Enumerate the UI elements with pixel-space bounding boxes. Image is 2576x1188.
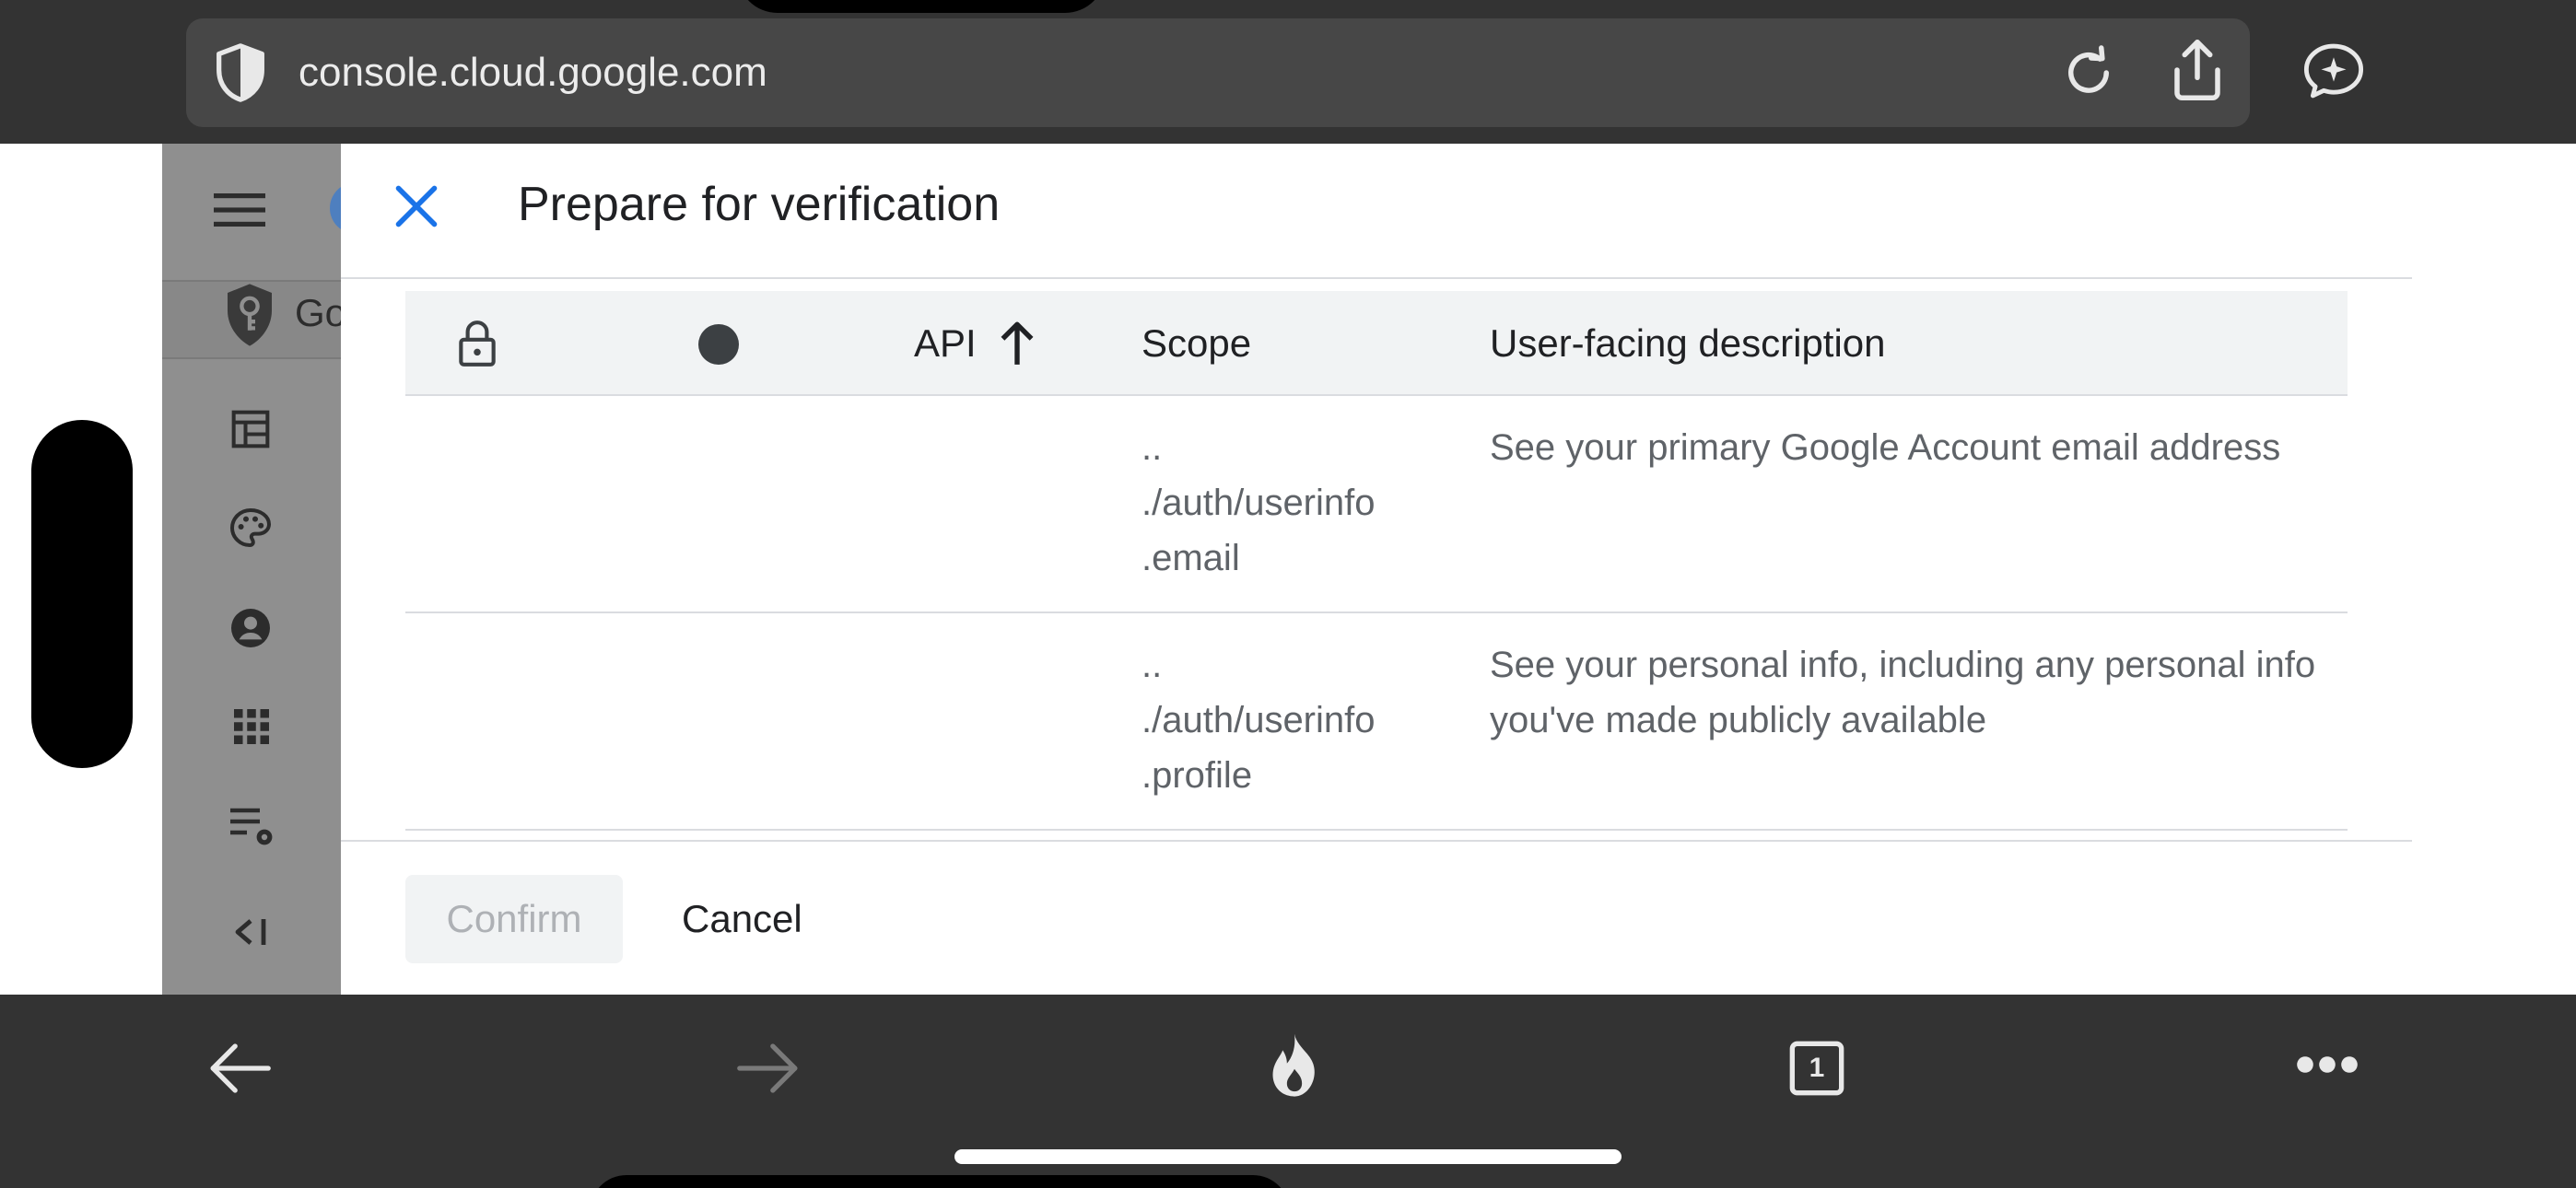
apps-grid-icon[interactable] <box>234 709 269 744</box>
device-notch-top <box>737 0 1106 13</box>
dialog-title: Prepare for verification <box>518 178 1001 231</box>
address-bar[interactable]: console.cloud.google.com <box>186 18 2250 127</box>
column-header-description: User-facing description <box>1490 321 1886 365</box>
shield-icon <box>217 43 264 102</box>
description-cell: See your primary Google Account email ad… <box>1490 427 2281 468</box>
dialog-footer-divider <box>341 840 2412 842</box>
scope-cell: .. ./auth/userinfo .email <box>1142 420 1436 586</box>
table-row: .. ./auth/userinfo .email See your prima… <box>405 396 2348 613</box>
forward-icon[interactable] <box>735 1039 802 1098</box>
collapse-icon[interactable] <box>232 914 273 950</box>
more-icon[interactable] <box>2294 1054 2360 1076</box>
browser-top-bar: console.cloud.google.com <box>0 0 2576 144</box>
scope-line: ./auth/userinfo <box>1142 483 1376 523</box>
palette-icon[interactable] <box>228 507 273 551</box>
scope-line: .. <box>1142 427 1163 468</box>
prepare-verification-dialog: Prepare for verification API Scope User-… <box>341 144 2576 995</box>
scopes-table: API Scope User-facing description .. ./a… <box>405 291 2348 831</box>
tabs-button[interactable]: 1 <box>1787 1039 1846 1098</box>
dialog-header-divider <box>341 277 2412 279</box>
fire-icon[interactable] <box>1264 1031 1325 1101</box>
dashboard-icon[interactable] <box>230 409 271 449</box>
device-edge-pill <box>31 420 133 768</box>
home-indicator[interactable] <box>954 1149 1622 1164</box>
sidebar-subheader-divider <box>162 357 341 359</box>
table-header: API Scope User-facing description <box>405 291 2348 396</box>
scope-cell: .. ./auth/userinfo .profile <box>1142 637 1436 803</box>
url-text[interactable]: console.cloud.google.com <box>299 18 767 127</box>
product-title-fragment: Go <box>295 291 347 334</box>
scope-line: .. <box>1142 645 1163 685</box>
menu-icon[interactable] <box>214 192 265 228</box>
close-icon[interactable] <box>392 182 440 230</box>
assistant-chat-icon[interactable] <box>2301 41 2366 101</box>
table-row: .. ./auth/userinfo .profile See your per… <box>405 613 2348 831</box>
tab-count: 1 <box>1809 1053 1825 1083</box>
column-header-scope: Scope <box>1142 321 1252 365</box>
scope-line: .profile <box>1142 755 1253 796</box>
reload-icon[interactable] <box>2058 42 2119 103</box>
share-icon[interactable] <box>2167 37 2228 103</box>
list-settings-icon[interactable] <box>228 807 276 849</box>
description-cell: See your personal info, including any pe… <box>1490 645 2316 740</box>
person-icon[interactable] <box>228 606 273 650</box>
browser-bottom-bar: 1 <box>0 995 2576 1188</box>
sort-ascending-icon[interactable] <box>997 319 1037 368</box>
scope-line: ./auth/userinfo <box>1142 700 1376 740</box>
lock-icon <box>459 320 496 367</box>
back-icon[interactable] <box>206 1039 273 1098</box>
key-shield-icon <box>228 284 272 346</box>
column-header-api[interactable]: API <box>914 291 977 396</box>
status-dot-icon <box>698 324 739 365</box>
cancel-button[interactable]: Cancel <box>654 875 830 963</box>
device-notch-bottom <box>590 1175 1290 1188</box>
scope-line: .email <box>1142 538 1240 578</box>
console-sidebar: Go <box>162 144 357 995</box>
confirm-button[interactable]: Confirm <box>405 875 623 963</box>
